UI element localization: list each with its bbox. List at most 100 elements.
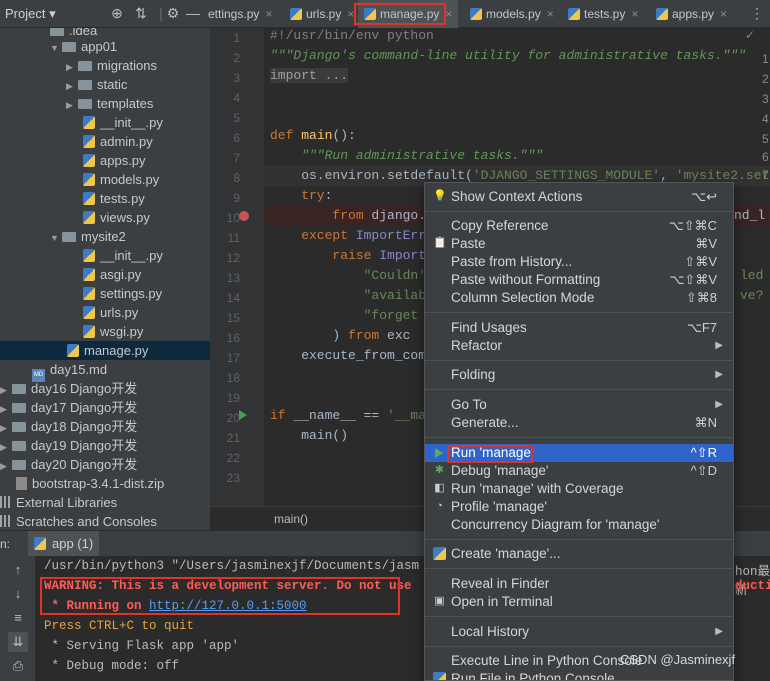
tab-tests[interactable]: tests.py × (568, 0, 638, 28)
tree-item-init[interactable]: __init__.py (83, 113, 163, 132)
tree-item-mysite2[interactable]: ▼ mysite2 (50, 227, 126, 246)
folder-icon (62, 42, 76, 52)
tree-label: tests.py (100, 191, 145, 206)
menu-item-create-config[interactable]: Create 'manage'... (425, 545, 733, 563)
tree-label: Scratches and Consoles (16, 514, 157, 529)
menu-item-run-file-in-console[interactable]: Run File in Python Console (425, 670, 733, 680)
python-file-icon (83, 249, 95, 262)
tree-item-external-libraries[interactable]: External Libraries (0, 493, 117, 512)
line-number-gutter[interactable]: 1 2 3 4 5 6 7 8 9 10 11 12 13 14 15 16 1… (210, 28, 264, 506)
tree-item-bootstrap-zip[interactable]: bootstrap-3.4.1-dist.zip (16, 474, 164, 493)
clipboard-icon: 📋 (433, 237, 447, 249)
tree-label: mysite2 (81, 229, 126, 244)
tree-item-views[interactable]: views.py (83, 208, 150, 227)
tree-item-settings[interactable]: settings.py (83, 284, 162, 303)
breakpoint-icon[interactable] (239, 211, 249, 221)
line-number: 13 (226, 271, 240, 285)
tree-label: templates (97, 96, 154, 111)
tree-item-tests[interactable]: tests.py (83, 189, 145, 208)
python-file-icon (83, 287, 95, 300)
menu-item-paste[interactable]: 📋 Paste ⌘V (425, 235, 733, 253)
tree-item-urls[interactable]: urls.py (83, 303, 138, 322)
menu-item-paste-history[interactable]: Paste from History... ⇧⌘V (425, 253, 733, 271)
breadcrumb-item[interactable]: main() (274, 512, 308, 526)
chevron-down-icon[interactable]: ▼ (50, 39, 62, 58)
minimize-icon[interactable]: — (184, 4, 202, 22)
tree-label: day20 Django开发 (31, 457, 138, 472)
gear-icon[interactable]: ⚙ (164, 4, 182, 22)
close-icon[interactable]: × (445, 7, 452, 21)
tree-item-day17[interactable]: ▶ day17 Django开发 (0, 398, 137, 417)
tree-item-day18[interactable]: ▶ day18 Django开发 (0, 417, 137, 436)
tree-item-init[interactable]: __init__.py (83, 246, 163, 265)
target-icon[interactable]: ⊕ (108, 4, 126, 22)
lightbulb-icon: 💡 (433, 190, 447, 202)
menu-item-folding[interactable]: Folding ▶ (425, 366, 733, 384)
tab-urls[interactable]: urls.py × (290, 0, 354, 28)
tree-label: views.py (100, 210, 150, 225)
menu-item-refactor[interactable]: Refactor ▶ (425, 337, 733, 355)
scroll-to-end-icon[interactable]: ⇊ (8, 632, 28, 652)
tree-item-static[interactable]: ▶ static (66, 75, 127, 94)
chevron-down-icon[interactable]: ▼ (50, 229, 62, 248)
more-tabs-icon[interactable]: ⋮ (748, 4, 766, 22)
collapse-icon[interactable]: ⇅ (132, 4, 150, 22)
menu-item-find-usages[interactable]: Find Usages ⌥F7 (425, 319, 733, 337)
close-icon[interactable]: × (720, 7, 727, 21)
run-gutter-icon[interactable] (239, 410, 247, 420)
tree-label: day19 Django开发 (31, 438, 138, 453)
tree-label: day16 Django开发 (31, 381, 138, 396)
tree-item-migrations[interactable]: ▶ migrations (66, 56, 157, 75)
tree-item-day16[interactable]: ▶ day16 Django开发 (0, 379, 137, 398)
python-file-icon (83, 116, 95, 129)
soft-wrap-icon[interactable]: ≡ (8, 608, 28, 628)
menu-item-debug-manage[interactable]: ✱ Debug 'manage' ^⇧D (425, 462, 733, 480)
tree-item-day20[interactable]: ▶ day20 Django开发 (0, 455, 137, 474)
inspection-ok-icon[interactable]: ✓ (745, 28, 755, 42)
tree-item-apps[interactable]: apps.py (83, 151, 146, 170)
tree-item-day15[interactable]: MD day15.md (32, 360, 107, 382)
close-icon[interactable]: × (547, 7, 554, 21)
scroll-down-icon[interactable]: ↓ (8, 584, 28, 604)
run-tab-app[interactable]: app (1) (28, 531, 100, 557)
folder-icon (12, 460, 26, 470)
scroll-up-icon[interactable]: ↑ (8, 560, 28, 580)
tab-apps[interactable]: apps.py × (656, 0, 727, 28)
tree-item-admin[interactable]: admin.py (83, 132, 153, 151)
menu-item-local-history[interactable]: Local History ▶ (425, 623, 733, 641)
print-icon[interactable]: ⎙ (8, 656, 28, 676)
tree-item-manage[interactable]: manage.py (0, 341, 210, 360)
menu-item-paste-without-formatting[interactable]: Paste without Formatting ⌥⇧⌘V (425, 271, 733, 289)
close-icon[interactable]: × (631, 7, 638, 21)
submenu-arrow-icon: ▶ (715, 626, 723, 637)
close-icon[interactable]: × (265, 7, 272, 21)
menu-separator (425, 616, 733, 617)
menu-item-open-in-terminal[interactable]: ▣ Open in Terminal (425, 593, 733, 611)
tree-item-models[interactable]: models.py (83, 170, 159, 189)
menu-item-generate[interactable]: Generate... ⌘N (425, 414, 733, 432)
menu-item-go-to[interactable]: Go To ▶ (425, 396, 733, 414)
tab-settings[interactable]: ettings.py × (208, 0, 272, 28)
tree-item-wsgi[interactable]: wsgi.py (83, 322, 143, 341)
line-number: 15 (226, 311, 240, 325)
chevron-right-icon[interactable]: ▶ (0, 457, 12, 476)
menu-item-column-selection[interactable]: Column Selection Mode ⇧⌘8 (425, 289, 733, 307)
tree-item-scratches[interactable]: Scratches and Consoles (0, 512, 157, 530)
tree-item-asgi[interactable]: asgi.py (83, 265, 141, 284)
menu-item-reveal-in-finder[interactable]: Reveal in Finder (425, 575, 733, 593)
menu-item-concurrency-diagram[interactable]: Concurrency Diagram for 'manage' (425, 516, 733, 534)
tree-item-app01[interactable]: ▼ app01 (50, 37, 117, 56)
project-view-selector[interactable]: Project ▾ (5, 6, 56, 22)
menu-item-copy-reference[interactable]: Copy Reference ⌥⇧⌘C (425, 217, 733, 235)
tree-item-templates[interactable]: ▶ templates (66, 94, 153, 113)
menu-item-run-with-coverage[interactable]: ◧ Run 'manage' with Coverage (425, 480, 733, 498)
code-line: #!/usr/bin/env python (270, 28, 434, 43)
terminal-icon: ▣ (434, 595, 445, 607)
menu-item-profile[interactable]: ◔ Profile 'manage' (425, 498, 733, 516)
diff-line-number: 2 (762, 72, 769, 86)
tab-models[interactable]: models.py × (470, 0, 554, 28)
chevron-right-icon[interactable]: ▶ (66, 96, 78, 115)
tree-item-day19[interactable]: ▶ day19 Django开发 (0, 436, 137, 455)
bug-icon: ✱ (434, 464, 445, 476)
menu-item-show-context-actions[interactable]: 💡 Show Context Actions ⌥↩ (425, 188, 733, 206)
